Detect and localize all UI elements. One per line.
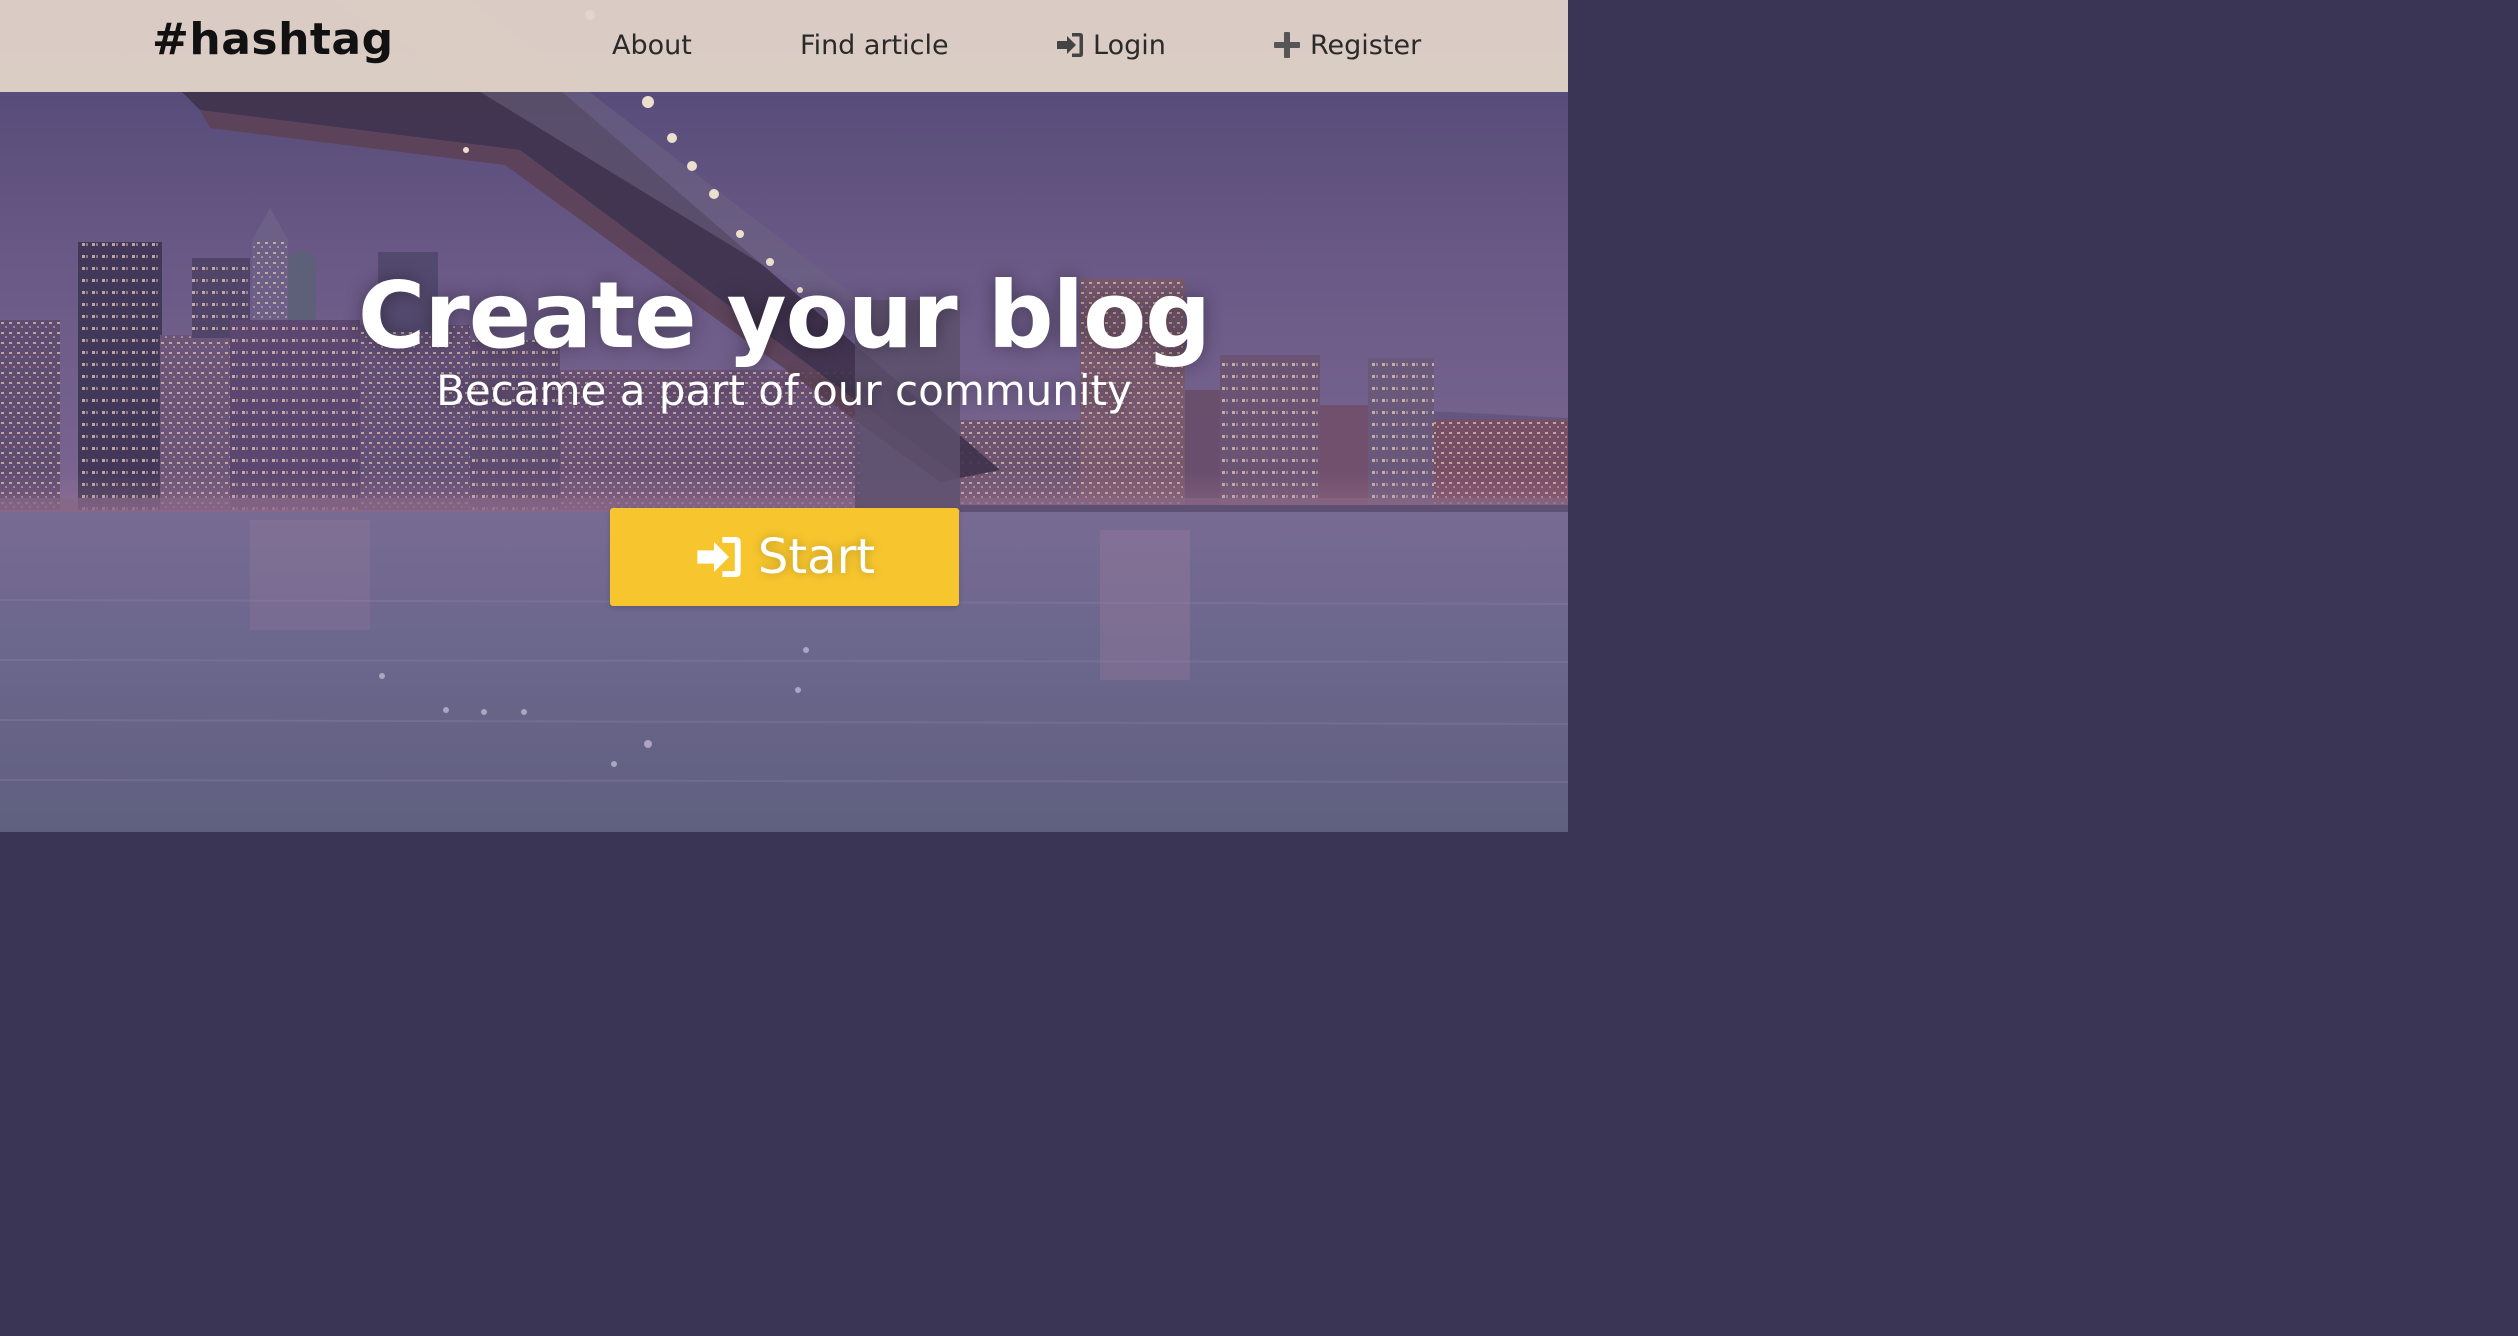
city-skyline-image	[0, 0, 1568, 832]
brand-logo[interactable]: #hashtag	[152, 14, 394, 65]
sign-in-icon	[1055, 30, 1085, 60]
nav-link-label: About	[612, 29, 692, 61]
nav-link-login[interactable]: Login	[1055, 26, 1166, 64]
hero-subtitle: Became a part of our community	[436, 366, 1132, 415]
nav-link-label: Login	[1093, 29, 1166, 61]
nav-link-register[interactable]: Register	[1272, 26, 1421, 64]
start-button-label: Start	[757, 529, 876, 585]
nav-link-label: Find article	[800, 29, 949, 61]
nav-link-label: Register	[1310, 29, 1422, 61]
start-button[interactable]: Start	[610, 508, 959, 606]
nav-link-about[interactable]: About	[612, 26, 692, 64]
navbar: #hashtag About Find article Login Regist…	[0, 0, 1568, 92]
plus-icon	[1272, 30, 1302, 60]
hero-background	[0, 0, 1568, 832]
nav-link-find-article[interactable]: Find article	[800, 26, 949, 64]
sign-in-icon	[694, 532, 744, 582]
hero-title: Create your blog	[357, 262, 1211, 369]
